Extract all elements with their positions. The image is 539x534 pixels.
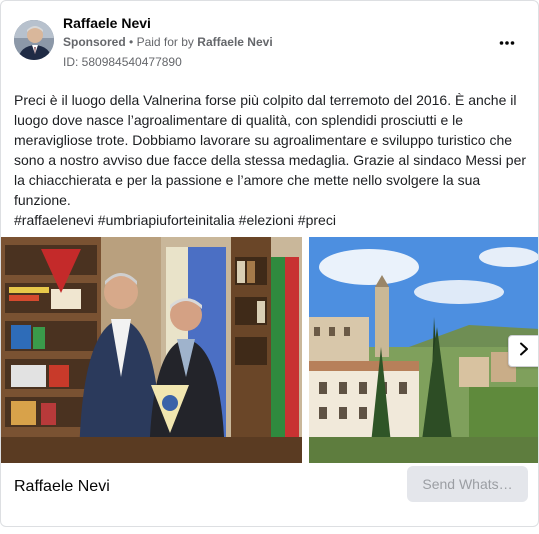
ad-id: ID: 580984540477890 — [63, 55, 182, 69]
chevron-right-icon — [519, 342, 529, 361]
post-text: Preci è il luogo della Valnerina forse p… — [14, 90, 529, 230]
image-carousel[interactable] — [1, 237, 538, 463]
separator-dot: • — [129, 35, 134, 49]
post-body: Preci è il luogo della Valnerina forse p… — [14, 92, 527, 208]
sponsored-label: Sponsored — [63, 35, 126, 49]
paid-for-prefix: Paid for by — [136, 35, 194, 49]
ad-card: Raffaele Nevi Sponsored • Paid for by Ra… — [0, 0, 539, 527]
footer-page-name[interactable]: Raffaele Nevi — [14, 478, 110, 496]
author-name[interactable]: Raffaele Nevi — [63, 15, 151, 31]
carousel-next-button[interactable] — [508, 335, 538, 367]
office-meeting-photo[interactable] — [1, 237, 302, 463]
more-options-button[interactable] — [493, 29, 521, 55]
more-horizontal-icon — [499, 33, 515, 51]
send-whatsapp-button[interactable]: Send Whats… — [407, 466, 528, 502]
sponsored-line: Sponsored • Paid for by Raffaele Nevi — [63, 35, 273, 49]
post-hashtags[interactable]: #raffaelenevi #umbriapiuforteinitalia #e… — [14, 210, 529, 230]
post-header: Raffaele Nevi Sponsored • Paid for by Ra… — [1, 1, 538, 81]
avatar[interactable] — [14, 20, 54, 60]
preci-village-photo[interactable] — [309, 237, 538, 463]
paid-for-name: Raffaele Nevi — [197, 35, 273, 49]
